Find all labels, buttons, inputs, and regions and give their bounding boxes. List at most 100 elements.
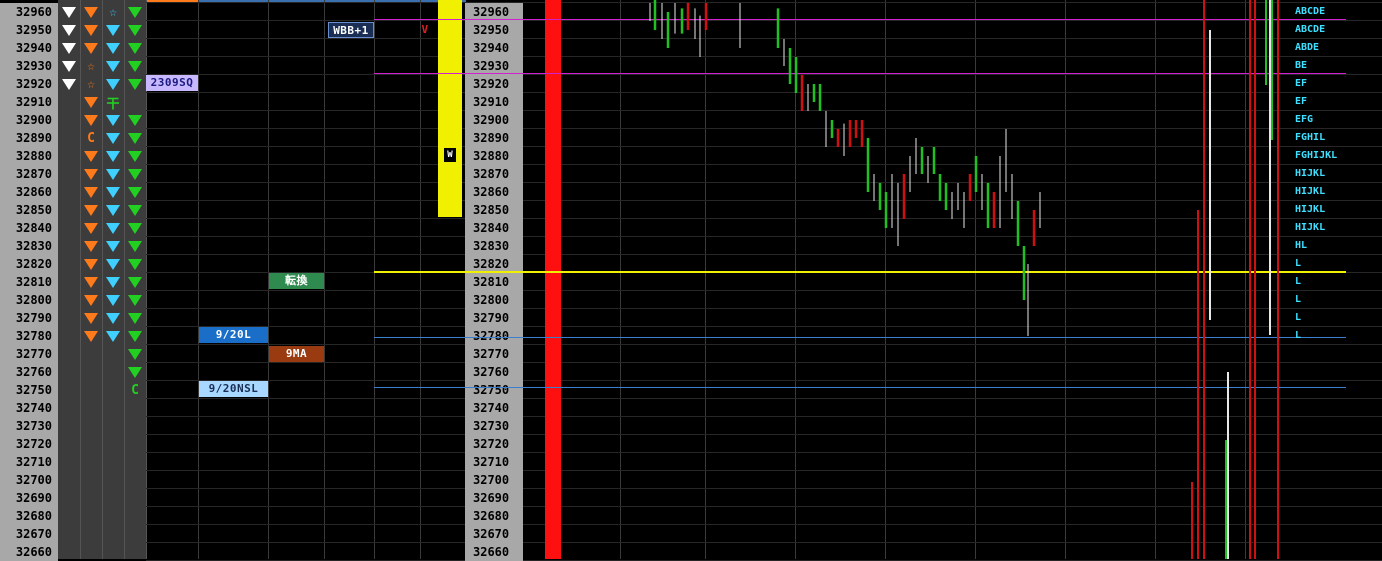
price-label[interactable]: 32750 <box>0 381 58 399</box>
tpo-letters: HL <box>1295 240 1308 251</box>
tenkan-tag[interactable]: 転換 <box>269 273 324 289</box>
price-label[interactable]: 32950 <box>465 21 523 39</box>
down-triangle-icon <box>82 255 100 273</box>
down-triangle-icon <box>82 309 100 327</box>
grid-vline <box>198 0 199 559</box>
price-label[interactable]: 32870 <box>465 165 523 183</box>
down-triangle-icon <box>126 57 144 75</box>
grid-hline <box>146 20 1382 21</box>
kanji-marker: 干 <box>106 96 120 112</box>
grid-hline <box>146 110 1382 111</box>
tpo-letters: L <box>1295 330 1302 341</box>
price-label[interactable]: 32690 <box>465 489 523 507</box>
price-label[interactable]: 32700 <box>465 471 523 489</box>
grid-vline <box>705 0 706 559</box>
ma9-tag[interactable]: 9MA <box>269 346 324 362</box>
price-label[interactable]: 32810 <box>465 273 523 291</box>
price-label[interactable]: 32770 <box>0 345 58 363</box>
price-label[interactable]: 32870 <box>0 165 58 183</box>
price-label[interactable]: 32850 <box>0 201 58 219</box>
price-label[interactable]: 32670 <box>465 525 523 543</box>
nsl920-tag[interactable]: 9/20NSL <box>199 381 268 397</box>
price-label[interactable]: 32890 <box>0 129 58 147</box>
price-label[interactable]: 32900 <box>0 111 58 129</box>
price-label[interactable]: 32950 <box>0 21 58 39</box>
price-label[interactable]: 32890 <box>465 129 523 147</box>
down-triangle-icon <box>104 21 122 39</box>
price-label[interactable]: 32730 <box>465 417 523 435</box>
price-label[interactable]: 32720 <box>0 435 58 453</box>
price-label[interactable]: 32690 <box>0 489 58 507</box>
price-label[interactable]: 32790 <box>0 309 58 327</box>
price-label[interactable]: 32780 <box>465 327 523 345</box>
price-label[interactable]: 32910 <box>465 93 523 111</box>
price-label[interactable]: 32780 <box>0 327 58 345</box>
price-label[interactable]: 32910 <box>0 93 58 111</box>
price-label[interactable]: 32940 <box>465 39 523 57</box>
price-label[interactable]: 32850 <box>465 201 523 219</box>
price-label[interactable]: 32930 <box>0 57 58 75</box>
price-label[interactable]: 32670 <box>0 525 58 543</box>
price-label[interactable]: 32660 <box>0 543 58 561</box>
down-triangle-icon <box>82 291 100 309</box>
price-label[interactable]: 32840 <box>0 219 58 237</box>
price-label[interactable]: 32920 <box>0 75 58 93</box>
grid-hline <box>146 380 1382 381</box>
price-label[interactable]: 32940 <box>0 39 58 57</box>
down-triangle-icon <box>126 183 144 201</box>
price-label[interactable]: 32740 <box>0 399 58 417</box>
price-label[interactable]: 32880 <box>0 147 58 165</box>
price-label[interactable]: 32720 <box>465 435 523 453</box>
down-triangle-icon <box>104 327 122 345</box>
down-triangle-icon <box>104 75 122 93</box>
down-triangle-icon <box>82 273 100 291</box>
grid-vline <box>420 0 421 559</box>
price-label[interactable]: 32770 <box>465 345 523 363</box>
price-label[interactable]: 32790 <box>465 309 523 327</box>
price-label[interactable]: 32860 <box>0 183 58 201</box>
l920-tag[interactable]: 9/20L <box>199 327 268 343</box>
grid-vline <box>620 0 621 559</box>
ladder-col-divider <box>102 0 103 559</box>
ladder-col-divider <box>124 0 125 559</box>
price-label[interactable]: 32920 <box>465 75 523 93</box>
price-label[interactable]: 32710 <box>0 453 58 471</box>
down-triangle-icon <box>104 111 122 129</box>
grid-vline <box>1065 0 1066 559</box>
down-triangle-icon <box>126 219 144 237</box>
price-label[interactable]: 32820 <box>0 255 58 273</box>
price-label[interactable]: 32680 <box>465 507 523 525</box>
grid-hline <box>146 56 1382 57</box>
price-label[interactable]: 32960 <box>0 3 58 21</box>
price-label[interactable]: 32830 <box>0 237 58 255</box>
price-label[interactable]: 32760 <box>0 363 58 381</box>
grid-hline <box>146 146 1382 147</box>
price-label[interactable]: 32860 <box>465 183 523 201</box>
down-triangle-icon <box>126 21 144 39</box>
price-label[interactable]: 32730 <box>0 417 58 435</box>
price-label[interactable]: 32760 <box>465 363 523 381</box>
tpo-letters: HIJKL <box>1295 168 1326 179</box>
price-label[interactable]: 32800 <box>0 291 58 309</box>
wbb-tag[interactable]: WBB+1 <box>328 22 374 38</box>
down-triangle-icon <box>104 255 122 273</box>
price-label[interactable]: 32680 <box>0 507 58 525</box>
down-triangle-icon <box>126 345 144 363</box>
price-chart[interactable] <box>0 0 1382 559</box>
price-label[interactable]: 32900 <box>465 111 523 129</box>
down-triangle-icon <box>104 129 122 147</box>
star-icon: ☆ <box>109 4 117 20</box>
down-triangle-icon <box>82 21 100 39</box>
price-label[interactable]: 32660 <box>465 543 523 561</box>
price-label[interactable]: 32840 <box>465 219 523 237</box>
down-triangle-icon <box>60 75 78 93</box>
price-label[interactable]: 32750 <box>465 381 523 399</box>
price-label[interactable]: 32880 <box>465 147 523 165</box>
price-label[interactable]: 32740 <box>465 399 523 417</box>
sq-tag[interactable]: 2309SQ <box>146 75 198 91</box>
price-label[interactable]: 32810 <box>0 273 58 291</box>
price-label[interactable]: 32700 <box>0 471 58 489</box>
price-label[interactable]: 32830 <box>465 237 523 255</box>
price-label[interactable]: 32710 <box>465 453 523 471</box>
price-label[interactable]: 32800 <box>465 291 523 309</box>
